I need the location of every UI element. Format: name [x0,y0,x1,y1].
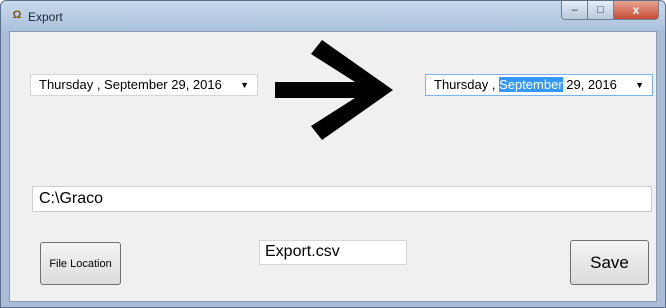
caption-buttons: – □ x [561,1,659,21]
start-date-separator: , [93,77,105,92]
filename-input[interactable]: Export.csv [259,240,407,265]
minimize-button[interactable]: – [561,1,588,20]
app-icon: Ω [12,9,22,21]
close-icon: x [632,3,640,17]
save-button[interactable]: Save [570,240,649,285]
end-date-day-year: 29, 2016 [562,77,617,92]
right-arrow-icon [275,40,393,140]
maximize-icon: □ [597,4,604,16]
start-date-text: Thursday , September 29, 2016 [39,75,222,95]
file-path-input[interactable]: C:\Graco [32,186,652,212]
minimize-icon: – [571,4,578,16]
client-area: Thursday , September 29, 2016 ▼ Thursday… [9,31,657,302]
export-window: Ω Export – □ x Thursday , September 29, … [0,0,666,308]
start-date-picker[interactable]: Thursday , September 29, 2016 ▼ [30,74,258,96]
close-button[interactable]: x [614,1,659,20]
start-date-weekday: Thursday [39,77,94,92]
title-bar[interactable]: Ω Export – □ x [1,1,665,31]
end-date-month[interactable]: September [499,77,563,92]
end-date-separator: , [488,77,500,92]
file-location-button[interactable]: File Location [40,242,121,285]
end-date-weekday: Thursday [434,77,489,92]
maximize-button[interactable]: □ [588,1,614,20]
start-date-day-year: 29, 2016 [167,77,222,92]
start-date-month[interactable]: September [104,77,168,92]
end-date-picker[interactable]: Thursday , September 29, 2016 ▼ [425,74,653,96]
end-date-text: Thursday , September 29, 2016 [434,75,617,95]
chevron-down-icon[interactable]: ▼ [635,75,644,96]
chevron-down-icon[interactable]: ▼ [240,75,249,96]
window-title: Export [28,10,63,24]
